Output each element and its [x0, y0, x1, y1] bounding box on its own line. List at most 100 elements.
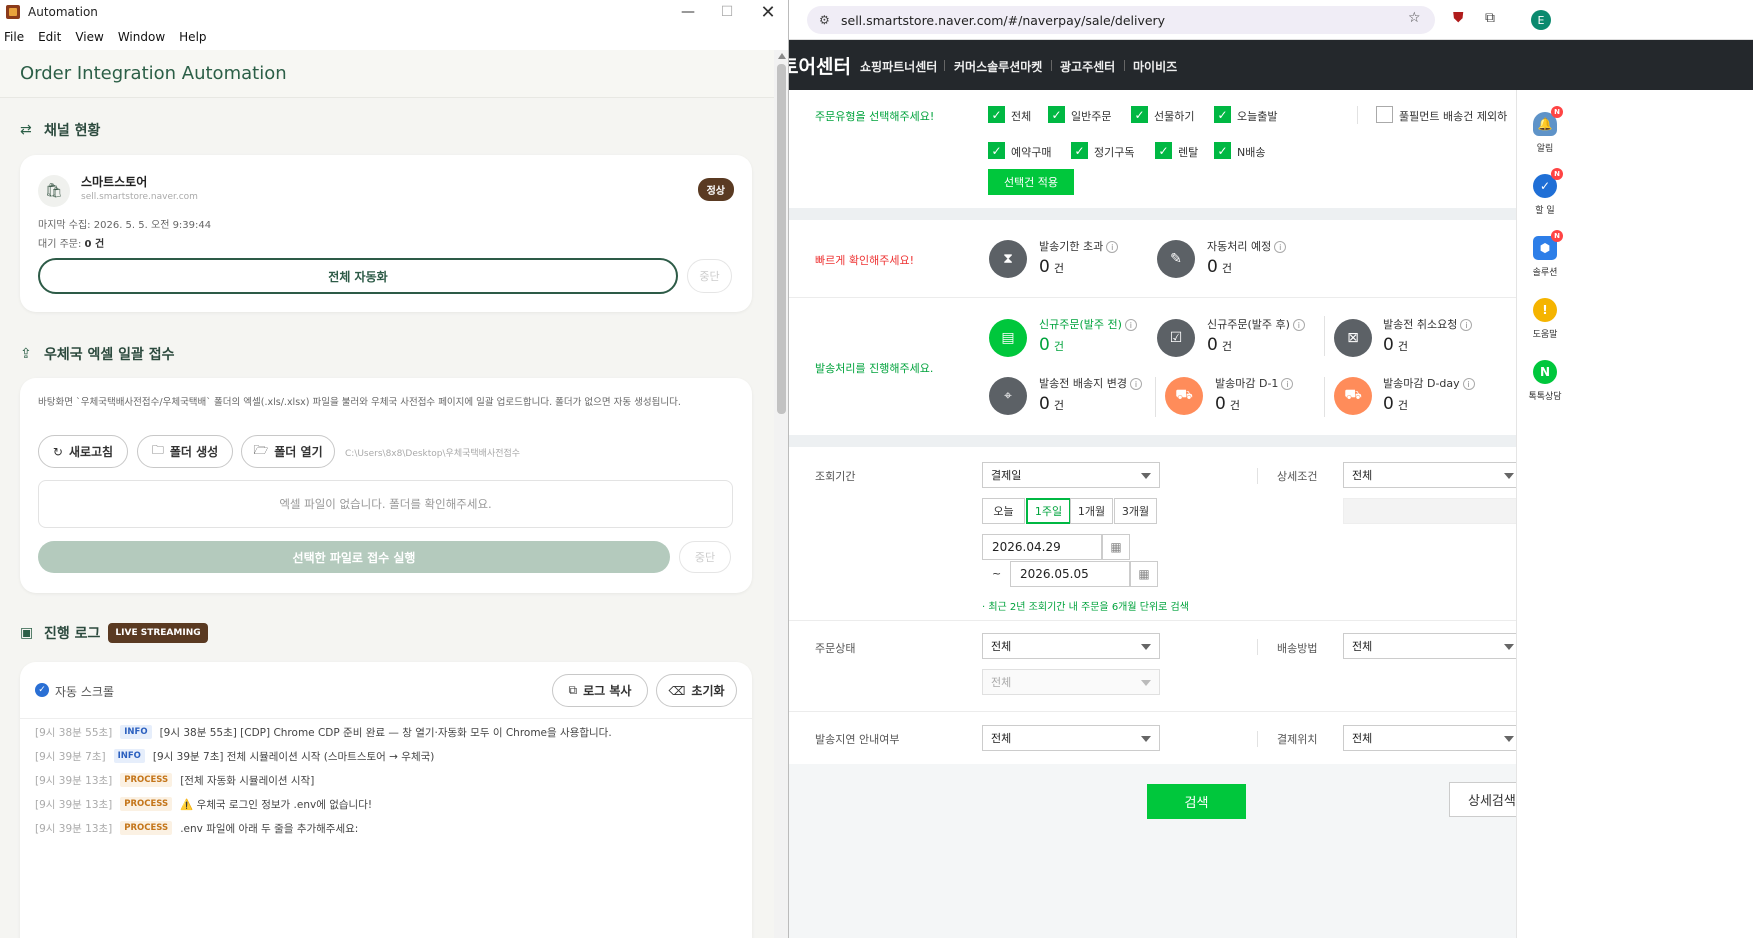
scrollbar-thumb[interactable] [777, 64, 786, 414]
clear-icon: ⌫ [668, 683, 686, 698]
order-status-select[interactable]: 전체 [982, 633, 1160, 659]
copy-log-button[interactable]: ⧉ 로그 복사 [552, 674, 648, 707]
range-3month-button[interactable]: 3개월 [1114, 498, 1157, 524]
page-title: Order Integration Automation [20, 63, 287, 84]
top-nav: 토어센터 쇼핑파트너센터 커머스솔루션마켓 광고주센터 마이비즈 [789, 40, 1753, 90]
automation-app-window: Automation — ☐ ✕ File Edit View Window H… [0, 0, 789, 938]
browser-window: ⚙ sell.smartstore.naver.com/#/naverpay/s… [789, 0, 1753, 938]
stat-address-title: 발송전 배송지 변경 i [1039, 375, 1142, 391]
stat-address-value[interactable]: 0건 [1039, 394, 1064, 414]
calendar-icon[interactable]: ▦ [1102, 534, 1130, 560]
checkbox-normal-order[interactable]: ✓ [1048, 106, 1065, 123]
vertical-scrollbar[interactable] [774, 50, 788, 938]
open-folder-button[interactable]: 🗁 폴더 열기 [241, 435, 335, 468]
minimize-button[interactable]: — [666, 0, 710, 24]
date-from-input[interactable]: 2026.04.29 [982, 534, 1102, 560]
menu-view[interactable]: View [75, 30, 103, 44]
log-line: [9시 39분 13초] PROCESS ⚠️ 우체국 로그인 정보가 .env에 … [35, 794, 372, 814]
url-field[interactable]: ⚙ sell.smartstore.naver.com/#/naverpay/s… [807, 6, 1435, 34]
stat-new-after-value[interactable]: 0건 [1207, 335, 1232, 355]
apply-selection-button[interactable]: 선택건 적용 [988, 169, 1074, 195]
sidebar-todo[interactable]: ✓ N 할 일 [1517, 168, 1573, 216]
sidebar-talk[interactable]: N 톡톡상담 [1517, 360, 1573, 402]
nav-shopping-partner[interactable]: 쇼핑파트너센터 [860, 58, 937, 75]
truck-d1-icon: ⛟ [1165, 377, 1203, 415]
nav-advertiser[interactable]: 광고주센터 [1060, 58, 1115, 75]
nav-commerce-solution[interactable]: 커머스솔루션마켓 [954, 58, 1042, 75]
auto-process-icon: ✎ [1157, 240, 1195, 278]
divider [1257, 468, 1258, 484]
solution-hex-icon: ⬢ N [1533, 230, 1563, 260]
right-sidebar: 🔔 N 알림 ✓ N 할 일 ⬢ N 솔루션 ! 도움말 N 톡톡상담 [1516, 90, 1572, 938]
sidebar-alert[interactable]: 🔔 N 알림 [1517, 106, 1573, 154]
checkbox-rental[interactable]: ✓ [1155, 142, 1172, 159]
extension-shield-icon[interactable]: ⛊ [1453, 10, 1464, 26]
run-upload-button[interactable]: 선택한 파일로 접수 실행 [38, 541, 670, 573]
checkbox-n-delivery[interactable]: ✓ [1214, 142, 1231, 159]
swap-icon: ⇄ [20, 122, 32, 138]
stat-d1-value[interactable]: 0건 [1215, 394, 1240, 414]
calendar-icon[interactable]: ▦ [1130, 561, 1158, 587]
period-type-select[interactable]: 결제일 [982, 462, 1160, 488]
detail-condition-input [1343, 498, 1523, 524]
stat-auto-value[interactable]: 0건 [1207, 257, 1232, 277]
menu-file[interactable]: File [4, 30, 24, 44]
divider [1324, 377, 1325, 417]
full-automation-button[interactable]: 전체 자동화 [38, 258, 678, 294]
sidebar-help[interactable]: ! 도움말 [1517, 298, 1573, 340]
divider [789, 297, 1516, 298]
maximize-button[interactable]: ☐ [705, 0, 749, 24]
checkbox-today-ship[interactable]: ✓ [1214, 106, 1231, 123]
close-button[interactable]: ✕ [746, 0, 788, 24]
search-button[interactable]: 검색 [1147, 784, 1246, 819]
nav-separator [1051, 60, 1052, 71]
chevron-down-icon [1504, 644, 1514, 650]
period-note: · 최근 2년 조회기간 내 주문을 6개월 단위로 검색 [982, 602, 1189, 613]
range-1week-button[interactable]: 1주일 [1026, 498, 1071, 524]
scroll-up-arrow[interactable] [778, 53, 786, 59]
delay-notice-select[interactable]: 전체 [982, 725, 1160, 751]
sidebar-solution[interactable]: ⬢ N 솔루션 [1517, 230, 1573, 278]
file-upload-icon: ⇪ [20, 346, 32, 362]
order-substatus-select: 전체 [982, 669, 1160, 695]
nav-mybiz[interactable]: 마이비즈 [1133, 58, 1177, 75]
checkbox-subscription-label: 정기구독 [1094, 146, 1135, 159]
menu-window[interactable]: Window [118, 30, 165, 44]
checkbox-subscription[interactable]: ✓ [1071, 142, 1088, 159]
stop-automation-button[interactable]: 중단 [687, 259, 732, 293]
date-to-input[interactable]: 2026.05.05 [1010, 561, 1130, 587]
stat-dday-value[interactable]: 0건 [1383, 394, 1408, 414]
checkbox-all[interactable]: ✓ [988, 106, 1005, 123]
truck-dday-icon: ⛟ [1334, 377, 1372, 415]
payment-location-select[interactable]: 전체 [1343, 725, 1523, 751]
check-circle-icon: ✓ N [1533, 168, 1563, 198]
checkbox-normal-order-label: 일반주문 [1071, 110, 1112, 123]
checkbox-reserve[interactable]: ✓ [988, 142, 1005, 159]
extensions-puzzle-icon[interactable]: ⧉ [1485, 10, 1495, 26]
auto-scroll-checkbox[interactable]: ✓ [35, 683, 49, 697]
stat-cancel-value[interactable]: 0건 [1383, 335, 1408, 355]
excel-file-list: 엑셀 파일이 없습니다. 폴더를 확인해주세요. [38, 480, 733, 528]
delivery-method-select[interactable]: 전체 [1343, 633, 1523, 659]
range-1month-button[interactable]: 1개월 [1070, 498, 1113, 524]
checkbox-gift[interactable]: ✓ [1131, 106, 1148, 123]
site-settings-icon[interactable]: ⚙ [819, 13, 830, 27]
create-folder-button[interactable]: 🗀 폴더 생성 [137, 435, 233, 468]
checkbox-fulfillment[interactable] [1376, 106, 1393, 123]
delivery-method-label: 배송방법 [1277, 642, 1318, 655]
app-icon [6, 5, 20, 19]
detail-condition-select[interactable]: 전체 [1343, 462, 1523, 488]
menu-edit[interactable]: Edit [38, 30, 61, 44]
brand-title[interactable]: 토어센터 [789, 52, 851, 79]
stat-overdue-value[interactable]: 0건 [1039, 257, 1064, 277]
refresh-icon: ↻ [52, 444, 63, 459]
bookmark-star-icon[interactable]: ☆ [1408, 10, 1421, 26]
stat-new-before-value[interactable]: 0건 [1039, 335, 1064, 355]
profile-avatar[interactable]: E [1531, 10, 1551, 30]
clear-log-button[interactable]: ⌫ 초기화 [656, 674, 737, 707]
refresh-button[interactable]: ↻ 새로고침 [38, 435, 128, 468]
range-today-button[interactable]: 오늘 [982, 498, 1025, 524]
stop-upload-button[interactable]: 중단 [679, 541, 731, 573]
menu-help[interactable]: Help [179, 30, 206, 44]
stat-dday-title: 발송마감 D-day i [1383, 375, 1475, 391]
